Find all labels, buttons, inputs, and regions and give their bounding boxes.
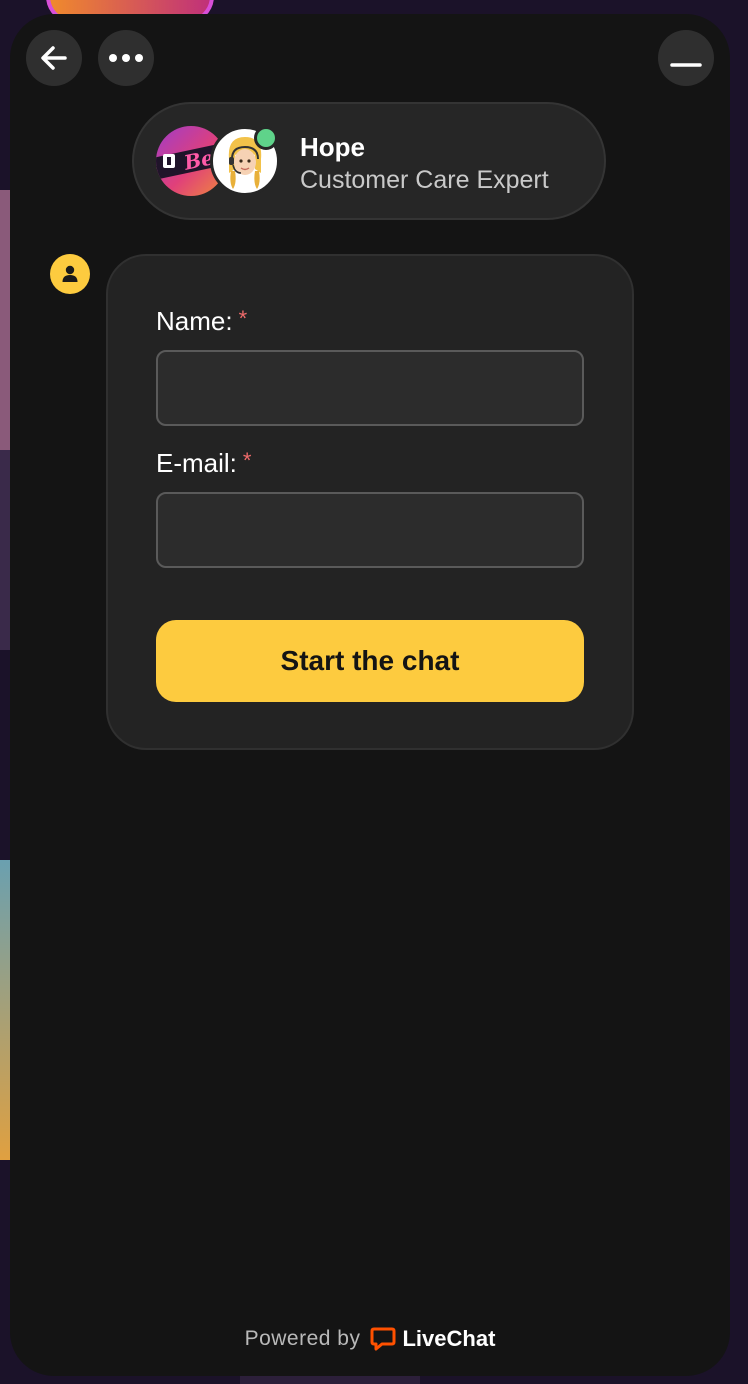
agent-role: Customer Care Expert xyxy=(300,166,549,194)
system-message-avatar xyxy=(50,254,90,294)
minimize-icon xyxy=(670,63,702,67)
more-options-button[interactable] xyxy=(98,30,154,86)
brand-logo-icon xyxy=(163,154,175,168)
name-label-text: Name: xyxy=(156,306,233,336)
online-status-indicator xyxy=(254,126,278,150)
name-input[interactable] xyxy=(156,350,584,426)
user-icon xyxy=(62,265,78,282)
chat-widget: Bet Hope Customer Care Expert Name: * E-… xyxy=(10,14,730,1376)
start-chat-button[interactable]: Start the chat xyxy=(156,620,584,702)
arrow-left-icon xyxy=(41,46,67,70)
email-input[interactable] xyxy=(156,492,584,568)
agent-header-card: Bet Hope Customer Care Expert xyxy=(132,102,606,220)
email-field-label: E-mail: * xyxy=(156,448,251,479)
more-horizontal-icon xyxy=(109,54,143,62)
livechat-brand-text: LiveChat xyxy=(402,1326,496,1351)
name-field-label: Name: * xyxy=(156,306,247,337)
required-marker: * xyxy=(242,448,252,473)
powered-by-text: Powered by xyxy=(244,1327,361,1350)
powered-by-footer: Powered by LiveChat xyxy=(10,1326,730,1352)
back-button[interactable] xyxy=(26,30,82,86)
livechat-link[interactable]: LiveChat xyxy=(370,1326,495,1352)
agent-name: Hope xyxy=(300,132,365,162)
required-marker: * xyxy=(238,306,248,331)
livechat-logo-icon xyxy=(370,1327,396,1351)
email-label-text: E-mail: xyxy=(156,448,237,478)
prechat-form: Name: * E-mail: * Start the chat xyxy=(106,254,634,750)
minimize-button[interactable] xyxy=(658,30,714,86)
